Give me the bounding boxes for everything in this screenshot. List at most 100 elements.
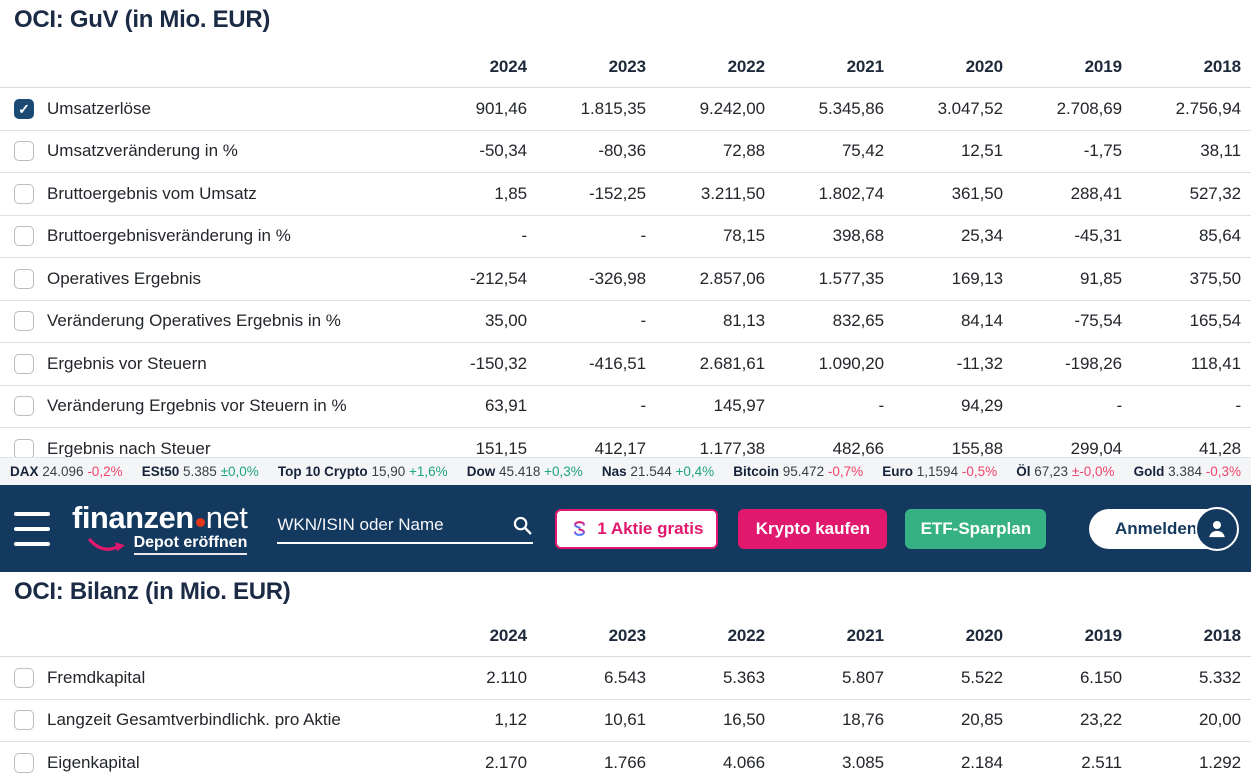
row-checkbox[interactable] — [14, 753, 34, 773]
year-column-header: 2021 — [765, 626, 884, 646]
row-label: Bruttoergebnis vom Umsatz — [47, 184, 257, 204]
bilanz-years-row: 2024202320222021202020192018 — [0, 615, 1251, 657]
row-checkbox[interactable] — [14, 668, 34, 688]
cell-value: - — [765, 396, 884, 416]
cell-value: 901,46 — [408, 99, 527, 119]
row-label: Langzeit Gesamtverbindlichk. pro Aktie — [47, 710, 341, 730]
cell-value: -416,51 — [527, 354, 646, 374]
anmelden-button[interactable]: Anmelden — [1089, 509, 1237, 549]
table-row: Langzeit Gesamtverbindlichk. pro Aktie1,… — [0, 700, 1251, 743]
row-label-cell: Ergebnis nach Steuer — [14, 439, 408, 457]
finanzen-net-logo[interactable]: finanzennet Depot eröffnen — [72, 502, 247, 555]
table-row: ✓Umsatzerlöse901,461.815,359.242,005.345… — [0, 88, 1251, 131]
cell-value: 5.345,86 — [765, 99, 884, 119]
krypto-kaufen-label: Krypto kaufen — [756, 519, 870, 539]
table-row: Bruttoergebnis vom Umsatz1,85-152,253.21… — [0, 173, 1251, 216]
table-row: Eigenkapital2.1701.7664.0663.0852.1842.5… — [0, 742, 1251, 782]
cell-value: 2.857,06 — [646, 269, 765, 289]
logo-wordmark: finanzennet — [72, 502, 247, 533]
cell-value: 1,85 — [408, 184, 527, 204]
page: OCI: GuV (in Mio. EUR) 20242023202220212… — [0, 0, 1251, 782]
ticker-name: Gold — [1134, 464, 1165, 479]
table-row: Fremdkapital2.1106.5435.3635.8075.5226.1… — [0, 657, 1251, 700]
ticker-item[interactable]: Gold 3.384 -0,3% — [1134, 464, 1241, 479]
ticker-item[interactable]: Euro 1,1594 -0,5% — [882, 464, 997, 479]
search-icon[interactable] — [511, 514, 533, 536]
row-label: Operatives Ergebnis — [47, 269, 201, 289]
table-row: Umsatzveränderung in %-50,34-80,3672,887… — [0, 131, 1251, 174]
ticker-item[interactable]: Nas 21.544 +0,4% — [602, 464, 714, 479]
row-checkbox[interactable] — [14, 396, 34, 416]
cell-value: 169,13 — [884, 269, 1003, 289]
ticker-value: 5.385 — [179, 464, 220, 479]
ticker-item[interactable]: DAX 24.096 -0,2% — [10, 464, 123, 479]
year-column-header: 2020 — [884, 57, 1003, 77]
ticker-value: 67,23 — [1031, 464, 1072, 479]
cell-value: 20,00 — [1122, 710, 1241, 730]
ticker-value: 15,90 — [368, 464, 409, 479]
cell-value: 5.522 — [884, 668, 1003, 688]
year-column-header: 2019 — [1003, 626, 1122, 646]
cell-value: 41,28 — [1122, 439, 1241, 457]
search-bar — [277, 514, 533, 544]
table-row: Ergebnis nach Steuer151,15412,171.177,38… — [0, 428, 1251, 457]
row-checkbox[interactable]: ✓ — [14, 99, 34, 119]
hamburger-menu-icon[interactable] — [14, 512, 54, 546]
ticker-item[interactable]: Öl 67,23 ±-0,0% — [1016, 464, 1114, 479]
cell-value: 361,50 — [884, 184, 1003, 204]
row-checkbox[interactable] — [14, 439, 34, 457]
cell-value: - — [1122, 396, 1241, 416]
ticker-item[interactable]: Bitcoin 95.472 -0,7% — [733, 464, 863, 479]
cell-value: 2.756,94 — [1122, 99, 1241, 119]
ticker-item[interactable]: ESt50 5.385 ±0,0% — [142, 464, 259, 479]
cell-value: - — [527, 311, 646, 331]
cell-value: 16,50 — [646, 710, 765, 730]
logo-dot-icon — [196, 518, 205, 527]
etf-sparplan-button[interactable]: ETF-Sparplan — [905, 509, 1046, 549]
ticker-item[interactable]: Top 10 Crypto 15,90 +1,6% — [278, 464, 448, 479]
bilanz-section: OCI: Bilanz (in Mio. EUR) 20242023202220… — [0, 572, 1251, 782]
year-column-header: 2020 — [884, 626, 1003, 646]
row-checkbox[interactable] — [14, 710, 34, 730]
search-input[interactable] — [277, 515, 511, 535]
year-column-header: 2023 — [527, 57, 646, 77]
row-checkbox[interactable] — [14, 184, 34, 204]
cell-value: -75,54 — [1003, 311, 1122, 331]
ticker-name: ESt50 — [142, 464, 180, 479]
ticker-name: Euro — [882, 464, 913, 479]
cell-value: 5.807 — [765, 668, 884, 688]
row-label-cell: Bruttoergebnis vom Umsatz — [14, 184, 408, 204]
ticker-name: Top 10 Crypto — [278, 464, 368, 479]
cell-value: 81,13 — [646, 311, 765, 331]
cell-value: 1.090,20 — [765, 354, 884, 374]
cell-value: 85,64 — [1122, 226, 1241, 246]
cell-value: 2.110 — [408, 668, 527, 688]
logo-text-finanzen: finanzen — [72, 500, 194, 535]
cell-value: 72,88 — [646, 141, 765, 161]
cell-value: - — [1003, 396, 1122, 416]
row-checkbox[interactable] — [14, 311, 34, 331]
ticker-value: 45.418 — [495, 464, 544, 479]
table-row: Bruttoergebnisveränderung in %--78,15398… — [0, 216, 1251, 259]
bilanz-rows: Fremdkapital2.1106.5435.3635.8075.5226.1… — [0, 657, 1251, 782]
cell-value: 412,17 — [527, 439, 646, 457]
cell-value: 5.363 — [646, 668, 765, 688]
row-label: Ergebnis vor Steuern — [47, 354, 207, 374]
row-checkbox[interactable] — [14, 354, 34, 374]
row-checkbox[interactable] — [14, 141, 34, 161]
guv-years-row: 2024202320222021202020192018 — [0, 46, 1251, 88]
year-column-header: 2018 — [1122, 626, 1241, 646]
cell-value: -326,98 — [527, 269, 646, 289]
row-checkbox[interactable] — [14, 269, 34, 289]
krypto-kaufen-button[interactable]: Krypto kaufen — [738, 509, 887, 549]
aktie-gratis-button[interactable]: 1 Aktie gratis — [555, 509, 718, 549]
cell-value: 375,50 — [1122, 269, 1241, 289]
row-checkbox[interactable] — [14, 226, 34, 246]
ticker-item[interactable]: Dow 45.418 +0,3% — [467, 464, 583, 479]
cell-value: 2.170 — [408, 753, 527, 773]
depot-eroeffnen-link[interactable]: Depot eröffnen — [134, 534, 248, 555]
cell-value: 94,29 — [884, 396, 1003, 416]
cell-value: 151,15 — [408, 439, 527, 457]
cell-value: 299,04 — [1003, 439, 1122, 457]
ticker-change: ±-0,0% — [1072, 464, 1115, 479]
